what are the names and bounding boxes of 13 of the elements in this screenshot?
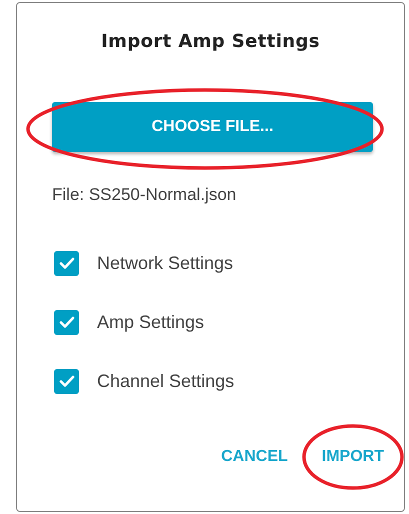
- option-label: Amp Settings: [97, 312, 204, 333]
- checkmark-icon: [58, 257, 74, 270]
- option-label: Channel Settings: [97, 371, 234, 392]
- checkmark-icon: [58, 316, 74, 329]
- checkbox[interactable]: [54, 310, 79, 335]
- checkbox[interactable]: [54, 369, 79, 394]
- cancel-button[interactable]: CANCEL: [221, 444, 288, 470]
- dialog-title: Import Amp Settings: [100, 31, 321, 52]
- option-label: Network Settings: [97, 253, 234, 274]
- checkbox[interactable]: [54, 251, 79, 276]
- checkmark-icon: [58, 375, 74, 388]
- file-name-text: File: SS250-Normal.json: [52, 185, 238, 205]
- choose-file-button[interactable]: CHOOSE FILE...: [52, 102, 373, 152]
